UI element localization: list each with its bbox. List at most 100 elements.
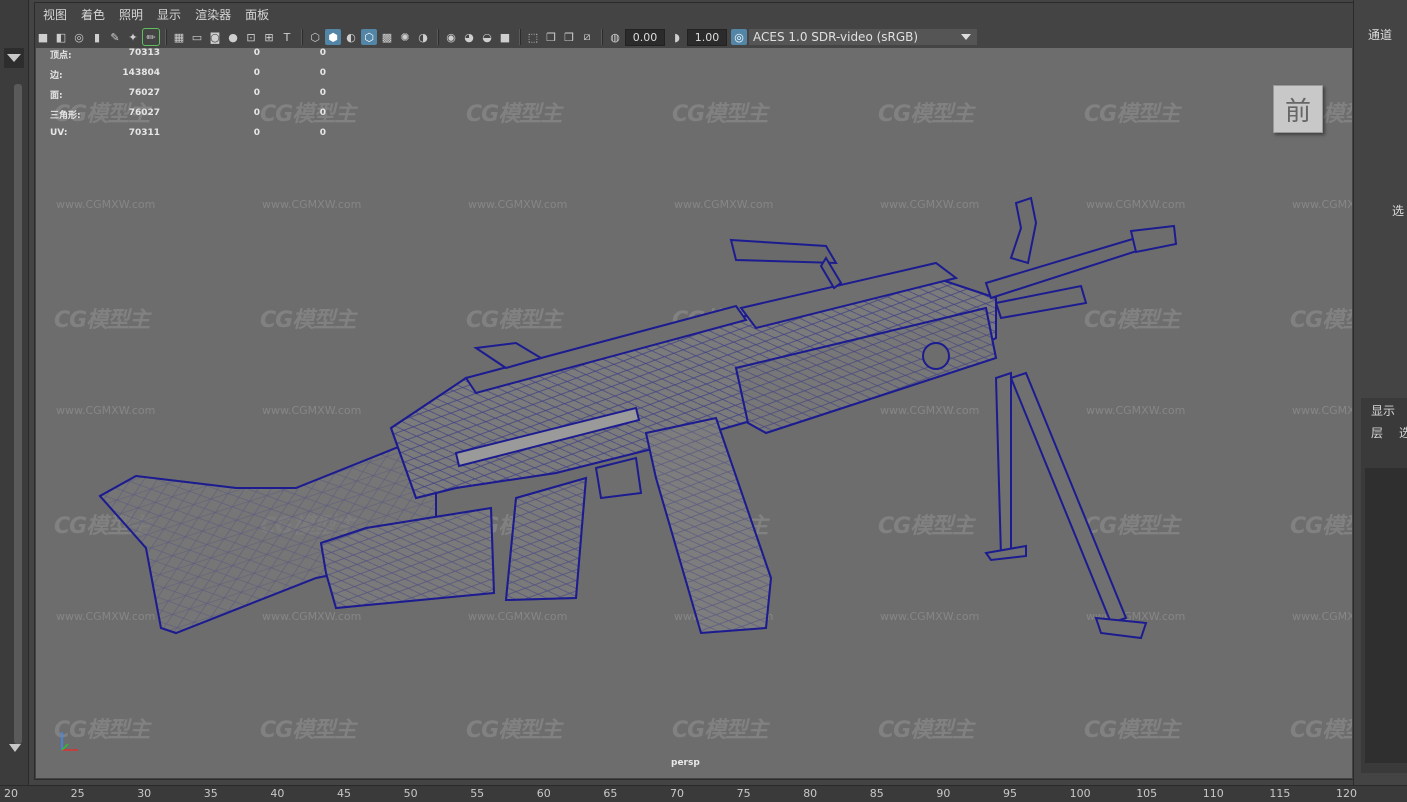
timeline-tick-label: 20	[4, 787, 18, 800]
hud-value: 0	[253, 108, 260, 118]
safe-title-icon[interactable]: T	[279, 29, 295, 45]
hud-value: 0	[319, 48, 326, 58]
use-all-lights-icon[interactable]: ✺	[397, 29, 413, 45]
layer-list[interactable]	[1365, 468, 1407, 763]
safe-action-icon[interactable]: ⊞	[261, 29, 277, 45]
timeline-tick-label: 25	[70, 787, 85, 800]
gamma-icon[interactable]: ◗	[669, 29, 685, 45]
color-space-label: ACES 1.0 SDR-video (sRGB)	[753, 30, 919, 44]
hud-value: 0	[319, 128, 326, 138]
grid-icon[interactable]: ▦	[171, 29, 187, 45]
timeline-tick-label: 65	[603, 787, 618, 800]
3d-viewport[interactable]: CG模型主 CG模型主 CG模型主 CG模型主 CG模型主 CG模型主 CG模型主 CG模型主…	[36, 48, 1352, 778]
camera-attributes-icon[interactable]: ◧	[53, 29, 69, 45]
timeline-tick-label: 90	[936, 787, 951, 800]
hud-value: 0	[253, 48, 260, 58]
field-chart-icon[interactable]: ⊡	[243, 29, 259, 45]
menu-lighting[interactable]: 照明	[119, 6, 143, 23]
gate-mask-icon[interactable]: ●	[225, 29, 241, 45]
isolate-select-icon[interactable]: ⬚	[525, 29, 541, 45]
hud-row: 边: 143804 0 0	[50, 68, 326, 81]
hud-row: UV: 70311 0 0	[50, 128, 326, 140]
pencil-icon[interactable]: ✏	[142, 28, 160, 46]
bookmark-icon[interactable]: ◎	[71, 29, 87, 45]
timeline-tick-label: 85	[869, 787, 884, 800]
hud-value: 0	[319, 88, 326, 98]
grease-pencil-icon[interactable]: ✦	[125, 29, 141, 45]
panel-dropdown-button[interactable]	[4, 48, 24, 68]
hud-value: 0	[253, 88, 260, 98]
hud-label: 三角形:	[50, 111, 81, 121]
select-menu[interactable]: 选	[1399, 424, 1407, 441]
timeline-tick-label: 110	[1202, 787, 1224, 800]
hud-label: 边:	[50, 71, 63, 81]
menu-renderer[interactable]: 渲染器	[195, 6, 231, 23]
panel-menubar: 视图 着色 照明 显示 渲染器 面板	[35, 3, 1353, 25]
timeline-tick-label: 105	[1136, 787, 1158, 800]
panel-toolbar: ■ ◧ ◎ ▮ ✎ ✦ ✏ ▦ ▭ ◙ ● ⊡ ⊞ T ⬡ ⬢ ◐ ⬡ ▩ ✺ …	[35, 26, 1035, 48]
machine-gun-wireframe-model[interactable]	[36, 48, 1352, 778]
xray-active-components-icon[interactable]: ❒	[561, 29, 577, 45]
hud-label: UV:	[50, 128, 68, 138]
exposure-field[interactable]: 0.00	[625, 28, 665, 46]
timeline-tick-label: 75	[736, 787, 751, 800]
resolution-gate-icon[interactable]: ◙	[207, 29, 223, 45]
time-slider[interactable]: 20 25 30 35 40 45 50 55 60 65 70 75 80 85 90 95 100 105 11…	[0, 785, 1407, 802]
scroll-down-icon[interactable]	[9, 744, 21, 752]
gamma-field[interactable]: 1.00	[687, 28, 727, 46]
layer-editor-panel: 显示 层 选	[1361, 398, 1407, 773]
viewcube[interactable]: 前	[1273, 85, 1323, 133]
hud-row: 顶点: 70313 0 0	[50, 48, 326, 61]
screen-space-ao-icon[interactable]: ◉	[443, 29, 459, 45]
shadows-icon[interactable]: ◑	[415, 29, 431, 45]
color-space-select[interactable]: ACES 1.0 SDR-video (sRGB)	[749, 29, 977, 45]
hud-value: 76027	[128, 88, 160, 98]
select-label: 选	[1392, 204, 1405, 218]
motion-blur-icon[interactable]: ◕	[461, 29, 477, 45]
hud-label: 顶点:	[50, 51, 72, 61]
hud-row: 三角形: 76027 0 0	[50, 108, 326, 121]
tab-channels[interactable]: 通道	[1368, 26, 1392, 43]
hud-label: 面:	[50, 91, 63, 101]
depth-of-field-icon[interactable]: ■	[497, 29, 513, 45]
menu-shading[interactable]: 着色	[81, 6, 105, 23]
chevron-down-icon	[961, 34, 971, 40]
menu-view[interactable]: 视图	[43, 6, 67, 23]
wireframe-icon[interactable]: ⬡	[307, 29, 323, 45]
tab-display[interactable]: 显示	[1371, 402, 1395, 419]
hud-value: 70311	[128, 128, 160, 138]
timeline-tick-label: 30	[137, 787, 152, 800]
timeline-tick-label: 95	[1003, 787, 1017, 800]
hud-value: 76027	[128, 108, 160, 118]
hud-value: 0	[319, 68, 326, 78]
timeline-tick-label: 100	[1069, 787, 1091, 800]
textured-icon[interactable]: ▩	[379, 29, 395, 45]
exposure-icon[interactable]: ◍	[607, 29, 623, 45]
chevron-down-icon	[7, 54, 21, 62]
xray-joints-icon[interactable]: ⧄	[579, 29, 595, 45]
default-material-icon[interactable]: ◐	[343, 29, 359, 45]
timeline-tick-label: 120	[1336, 787, 1357, 800]
menu-panels[interactable]: 面板	[245, 6, 269, 23]
layers-menu[interactable]: 层	[1371, 424, 1383, 441]
hud-value: 0	[319, 108, 326, 118]
timeline-tick-label: 40	[270, 787, 285, 800]
timeline-tick-label: 70	[670, 787, 684, 800]
camera-select-icon[interactable]: ■	[35, 29, 51, 45]
hud-value: 70313	[128, 48, 160, 58]
xray-icon[interactable]: ❐	[543, 29, 559, 45]
viewport-panel: 视图 着色 照明 显示 渲染器 面板 ■ ◧ ◎ ▮ ✎ ✦ ✏ ▦ ▭ ◙ ●…	[34, 2, 1354, 780]
hud-value: 0	[253, 68, 260, 78]
2d-pan-zoom-icon[interactable]: ✎	[107, 29, 123, 45]
color-management-icon[interactable]: ◎	[731, 29, 747, 45]
film-gate-icon[interactable]: ▭	[189, 29, 205, 45]
image-plane-icon[interactable]: ▮	[89, 29, 105, 45]
timeline-tick-label: 35	[203, 787, 218, 800]
menu-show[interactable]: 显示	[157, 6, 181, 23]
vertical-scrollbar[interactable]	[14, 84, 22, 744]
axis-gizmo-icon	[61, 732, 78, 751]
smooth-shade-icon[interactable]: ⬢	[325, 29, 341, 45]
wireframe-on-shaded-icon[interactable]: ⬡	[361, 29, 377, 45]
multisample-aa-icon[interactable]: ◒	[479, 29, 495, 45]
hud-value: 143804	[122, 68, 160, 78]
